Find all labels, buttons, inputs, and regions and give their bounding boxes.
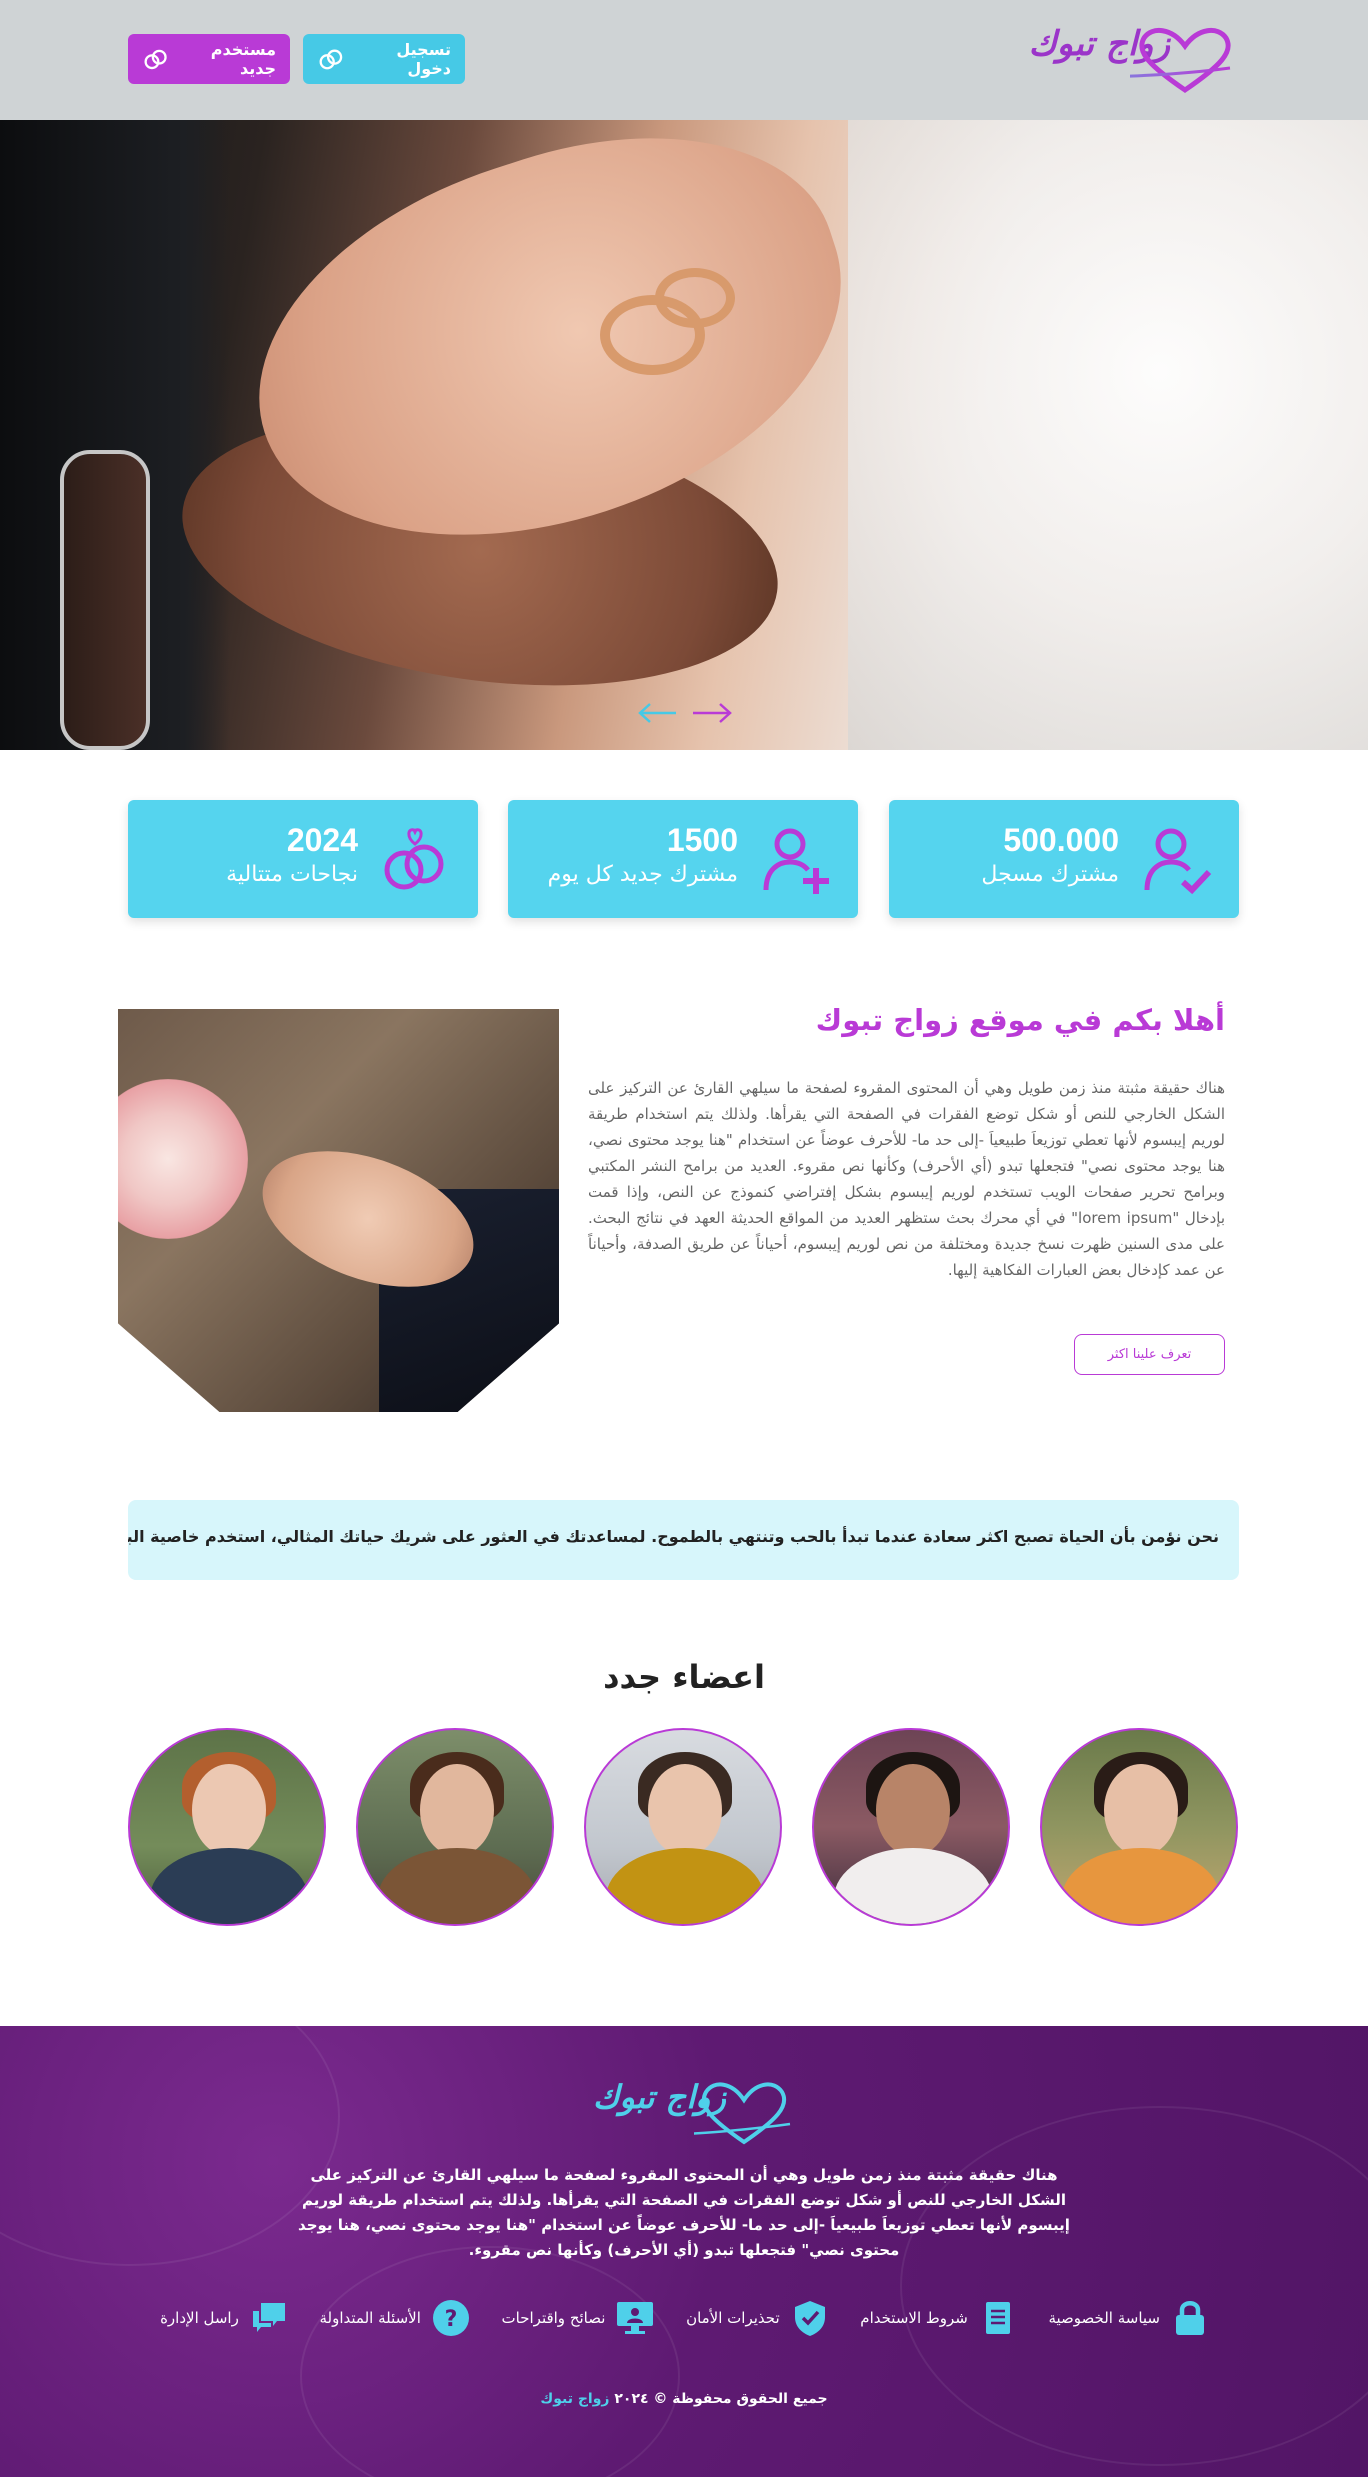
member-face [648, 1764, 722, 1856]
member-face [876, 1764, 950, 1856]
member-body [378, 1848, 536, 1924]
learn-more-button[interactable]: تعرف علينا اكثر [1074, 1334, 1225, 1375]
hero-ring [655, 268, 735, 328]
footer-decoration [900, 2106, 1368, 2466]
footer-link-label: شروط الاستخدام [860, 2309, 968, 2327]
stat-number: 1500 [666, 822, 738, 858]
member-avatar[interactable] [128, 1728, 326, 1926]
footer-link-label: الأسئلة المتداولة [319, 2309, 421, 2327]
footer-link-terms[interactable]: شروط الاستخدام [860, 2298, 1018, 2338]
hero-watch [60, 450, 150, 750]
footer-logo[interactable]: زواج تبوك [574, 2076, 794, 2156]
rings-icon [319, 49, 343, 70]
hero-dress [848, 120, 1368, 750]
lock-icon [1170, 2298, 1210, 2338]
member-avatar[interactable] [584, 1728, 782, 1926]
banner-text: نحن نؤمن بأن الحياة تصبح اكثر سعادة عندم… [128, 1527, 1219, 1546]
rings-heart-icon [384, 828, 444, 890]
chat-icon [249, 2298, 289, 2338]
footer-text: هناك حقيقة مثبتة منذ زمن طويل وهي أن الم… [298, 2166, 1070, 2259]
member-body [1062, 1848, 1220, 1924]
footer-link-faq[interactable]: ? الأسئلة المتداولة [319, 2298, 470, 2338]
stat-label: نجاحات متتالية [226, 862, 358, 887]
site-logo[interactable]: زواج تبوك [1010, 20, 1240, 100]
stat-card-registered: 500.000 مشترك مسجل [889, 800, 1239, 918]
copyright-prefix: جميع الحقوق محفوظة © ٢٠٢٤ [614, 2391, 828, 2407]
document-icon [978, 2298, 1018, 2338]
footer-link-contact[interactable]: راسل الإدارة [160, 2298, 289, 2338]
member-avatar[interactable] [812, 1728, 1010, 1926]
member-face [1104, 1764, 1178, 1856]
footer-links: راسل الإدارة ? الأسئلة المتداولة نصائح و… [160, 2298, 1210, 2338]
marquee-banner: نحن نؤمن بأن الحياة تصبح اكثر سعادة عندم… [128, 1500, 1239, 1580]
user-check-icon [1144, 828, 1212, 895]
site-header: زواج تبوك تسجيل دخول مستخدم جديد [0, 0, 1368, 120]
stat-card-daily: 1500 مشترك جديد كل يوم [508, 800, 858, 918]
site-footer: زواج تبوك هناك حقيقة مثبتة منذ زمن طويل … [0, 2026, 1368, 2477]
footer-link-label: سياسة الخصوصية [1048, 2309, 1160, 2327]
rings-icon [144, 49, 167, 70]
stat-label: مشترك مسجل [981, 862, 1119, 887]
member-face [420, 1764, 494, 1856]
register-button-label: مستخدم جديد [210, 40, 276, 78]
question-icon: ? [431, 2298, 471, 2338]
about-image [118, 1009, 559, 1412]
member-body [606, 1848, 764, 1924]
member-face [192, 1764, 266, 1856]
stat-number: 500.000 [1003, 822, 1119, 858]
footer-link-safety[interactable]: تحذيرات الأمان [686, 2298, 830, 2338]
footer-link-tips[interactable]: نصائح واقتراحات [502, 2298, 656, 2338]
copyright: جميع الحقوق محفوظة © ٢٠٢٤ زواج تبوك [0, 2391, 1368, 2407]
hero-slider [0, 120, 1368, 750]
member-avatar[interactable] [1040, 1728, 1238, 1926]
member-body [834, 1848, 992, 1924]
about-text: هناك حقيقة مثبتة منذ زمن طويل وهي أن الم… [588, 1079, 1226, 1279]
register-button[interactable]: مستخدم جديد [128, 34, 290, 84]
svg-text:?: ? [445, 2307, 458, 2332]
arrow-right-icon[interactable] [693, 703, 732, 723]
footer-link-label: تحذيرات الأمان [686, 2309, 780, 2327]
login-button[interactable]: تسجيل دخول [303, 34, 465, 84]
footer-link-privacy[interactable]: سياسة الخصوصية [1048, 2298, 1210, 2338]
about-title: أهلا بكم في موقع زواج تبوك [815, 1003, 1225, 1037]
user-plus-icon [763, 828, 829, 894]
login-button-label: تسجيل دخول [396, 40, 451, 78]
about-bouquet [118, 1079, 248, 1239]
arrow-left-icon[interactable] [638, 703, 676, 723]
slider-arrows [638, 703, 732, 723]
members-title: اعضاء جدد [603, 1658, 765, 1696]
footer-link-label: نصائح واقتراحات [501, 2309, 606, 2327]
footer-decoration [300, 2246, 680, 2477]
monitor-icon [615, 2298, 655, 2338]
footer-link-label: راسل الإدارة [160, 2309, 239, 2327]
heart-logo-icon [1130, 28, 1231, 94]
member-body [150, 1848, 308, 1924]
stat-label: مشترك جديد كل يوم [547, 862, 738, 887]
copyright-brand[interactable]: زواج تبوك [540, 2391, 609, 2407]
shield-check-icon [790, 2298, 830, 2338]
stat-number: 2024 [286, 822, 358, 858]
member-avatar[interactable] [356, 1728, 554, 1926]
stat-card-success: 2024 نجاحات متتالية [128, 800, 478, 918]
heart-logo-icon [694, 2082, 791, 2145]
